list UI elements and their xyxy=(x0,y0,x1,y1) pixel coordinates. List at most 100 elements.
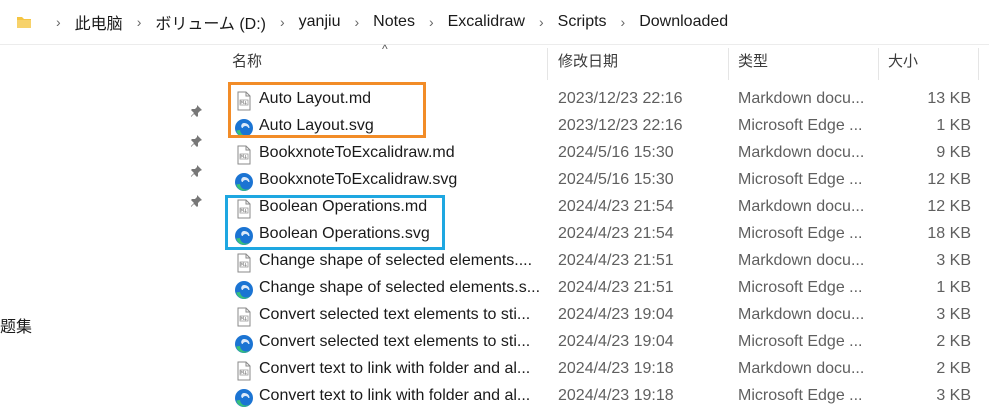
file-type: Microsoft Edge ... xyxy=(738,333,863,350)
chevron-right-icon: › xyxy=(354,14,360,30)
file-size: 18 KB xyxy=(927,225,971,242)
file-name[interactable]: Change shape of selected elements.... xyxy=(259,252,532,270)
file-row[interactable]: Change shape of selected elements.s... 20… xyxy=(222,276,979,303)
breadcrumb-volume-d[interactable]: ボリューム (D:) xyxy=(155,10,266,34)
file-date: 2024/4/23 21:51 xyxy=(558,279,674,296)
folder-icon xyxy=(17,17,31,28)
file-date: 2024/4/23 19:18 xyxy=(558,360,674,377)
file-date: 2024/5/16 15:30 xyxy=(558,144,674,161)
file-size: 3 KB xyxy=(936,306,971,323)
column-header: ^ 名称 修改日期 类型 大小 xyxy=(222,42,979,80)
file-row[interactable]: Boolean Operations.svg 2024/4/23 21:54 Mic… xyxy=(222,222,979,249)
file-row[interactable]: Auto Layout.md 2023/12/23 22:16 Markdown d… xyxy=(222,87,979,114)
nav-item-label[interactable]: 题集 xyxy=(0,313,32,337)
file-row[interactable]: Boolean Operations.md 2024/4/23 21:54 Mark… xyxy=(222,195,979,222)
file-date: 2024/4/23 19:18 xyxy=(558,387,674,404)
file-name[interactable]: Boolean Operations.svg xyxy=(259,225,430,243)
file-type: Microsoft Edge ... xyxy=(738,387,863,404)
pin-icon[interactable] xyxy=(189,194,203,208)
file-type: Markdown docu... xyxy=(738,90,865,107)
column-type[interactable]: 类型 xyxy=(738,44,768,80)
markdown-file-icon xyxy=(234,307,254,327)
chevron-right-icon: › xyxy=(428,14,434,30)
file-type: Microsoft Edge ... xyxy=(738,279,863,296)
chevron-right-icon: › xyxy=(620,14,626,30)
markdown-file-icon xyxy=(234,199,254,219)
file-row[interactable]: Convert selected text elements to sti...… xyxy=(222,330,979,357)
file-type: Markdown docu... xyxy=(738,252,865,269)
address-bar[interactable]: › 此电脑 › ボリューム (D:) › yanjiu › Notes › Ex… xyxy=(0,0,1001,45)
file-size: 9 KB xyxy=(936,144,971,161)
file-type: Markdown docu... xyxy=(738,144,865,161)
file-date: 2024/4/23 21:54 xyxy=(558,225,674,242)
file-row[interactable]: Change shape of selected elements.... 202… xyxy=(222,249,979,276)
file-date: 2024/4/23 21:54 xyxy=(558,198,674,215)
file-name[interactable]: Convert text to link with folder and al.… xyxy=(259,360,530,378)
markdown-file-icon xyxy=(234,145,254,165)
file-size: 3 KB xyxy=(936,387,971,404)
markdown-file-icon xyxy=(234,91,254,111)
file-name[interactable]: Convert selected text elements to sti... xyxy=(259,333,530,351)
file-size: 3 KB xyxy=(936,252,971,269)
file-row[interactable]: BookxnoteToExcalidraw.md 2024/5/16 15:30 M… xyxy=(222,141,979,168)
file-name[interactable]: Boolean Operations.md xyxy=(259,198,427,216)
edge-icon xyxy=(234,118,254,138)
file-size: 1 KB xyxy=(936,117,971,134)
file-size: 1 KB xyxy=(936,279,971,296)
file-date: 2023/12/23 22:16 xyxy=(558,90,683,107)
file-date: 2024/4/23 19:04 xyxy=(558,306,674,323)
chevron-right-icon: › xyxy=(279,14,285,30)
column-size[interactable]: 大小 xyxy=(888,44,918,80)
file-name[interactable]: Convert text to link with folder and al.… xyxy=(259,387,530,405)
chevron-right-icon: › xyxy=(538,14,544,30)
breadcrumb-excalidraw[interactable]: Excalidraw xyxy=(448,13,525,31)
file-name[interactable]: Change shape of selected elements.s... xyxy=(259,279,540,297)
breadcrumb-this-pc[interactable]: 此电脑 xyxy=(75,10,123,34)
file-size: 12 KB xyxy=(927,171,971,188)
pin-icon[interactable] xyxy=(189,164,203,178)
breadcrumb-yanjiu[interactable]: yanjiu xyxy=(299,13,341,31)
edge-icon xyxy=(234,388,254,408)
column-name[interactable]: 名称 xyxy=(232,44,262,80)
file-list: Auto Layout.md 2023/12/23 22:16 Markdown d… xyxy=(222,87,979,411)
breadcrumb-downloaded[interactable]: Downloaded xyxy=(639,13,728,31)
pin-icon[interactable] xyxy=(189,134,203,148)
breadcrumb-scripts[interactable]: Scripts xyxy=(558,13,607,31)
column-divider[interactable] xyxy=(728,48,729,80)
markdown-file-icon xyxy=(234,361,254,381)
file-row[interactable]: BookxnoteToExcalidraw.svg 2024/5/16 15:30… xyxy=(222,168,979,195)
column-divider[interactable] xyxy=(978,48,979,80)
column-divider[interactable] xyxy=(547,48,548,80)
file-name[interactable]: BookxnoteToExcalidraw.svg xyxy=(259,171,457,189)
file-name[interactable]: BookxnoteToExcalidraw.md xyxy=(259,144,455,162)
file-row[interactable]: Convert selected text elements to sti...… xyxy=(222,303,979,330)
pin-icon[interactable] xyxy=(189,104,203,118)
edge-icon xyxy=(234,172,254,192)
file-date: 2023/12/23 22:16 xyxy=(558,117,683,134)
file-size: 2 KB xyxy=(936,360,971,377)
file-type: Markdown docu... xyxy=(738,198,865,215)
column-date[interactable]: 修改日期 xyxy=(558,44,618,80)
edge-icon xyxy=(234,280,254,300)
file-row[interactable]: Convert text to link with folder and al.… xyxy=(222,357,979,384)
file-type: Microsoft Edge ... xyxy=(738,225,863,242)
column-divider[interactable] xyxy=(878,48,879,80)
scrollbar[interactable] xyxy=(989,44,1001,407)
file-size: 12 KB xyxy=(927,198,971,215)
file-date: 2024/4/23 19:04 xyxy=(558,333,674,350)
file-name[interactable]: Convert selected text elements to sti... xyxy=(259,306,530,324)
file-type: Markdown docu... xyxy=(738,306,865,323)
file-date: 2024/5/16 15:30 xyxy=(558,171,674,188)
file-type: Microsoft Edge ... xyxy=(738,171,863,188)
file-type: Microsoft Edge ... xyxy=(738,117,863,134)
file-name[interactable]: Auto Layout.md xyxy=(259,90,371,108)
file-name[interactable]: Auto Layout.svg xyxy=(259,117,374,135)
chevron-right-icon: › xyxy=(136,14,142,30)
breadcrumb-notes[interactable]: Notes xyxy=(373,13,415,31)
file-size: 13 KB xyxy=(927,90,971,107)
file-date: 2024/4/23 21:51 xyxy=(558,252,674,269)
file-row[interactable]: Auto Layout.svg 2023/12/23 22:16 Microsoft… xyxy=(222,114,979,141)
sort-ascending-icon: ^ xyxy=(382,42,388,56)
chevron-right-icon: › xyxy=(56,14,61,30)
edge-icon xyxy=(234,226,254,246)
